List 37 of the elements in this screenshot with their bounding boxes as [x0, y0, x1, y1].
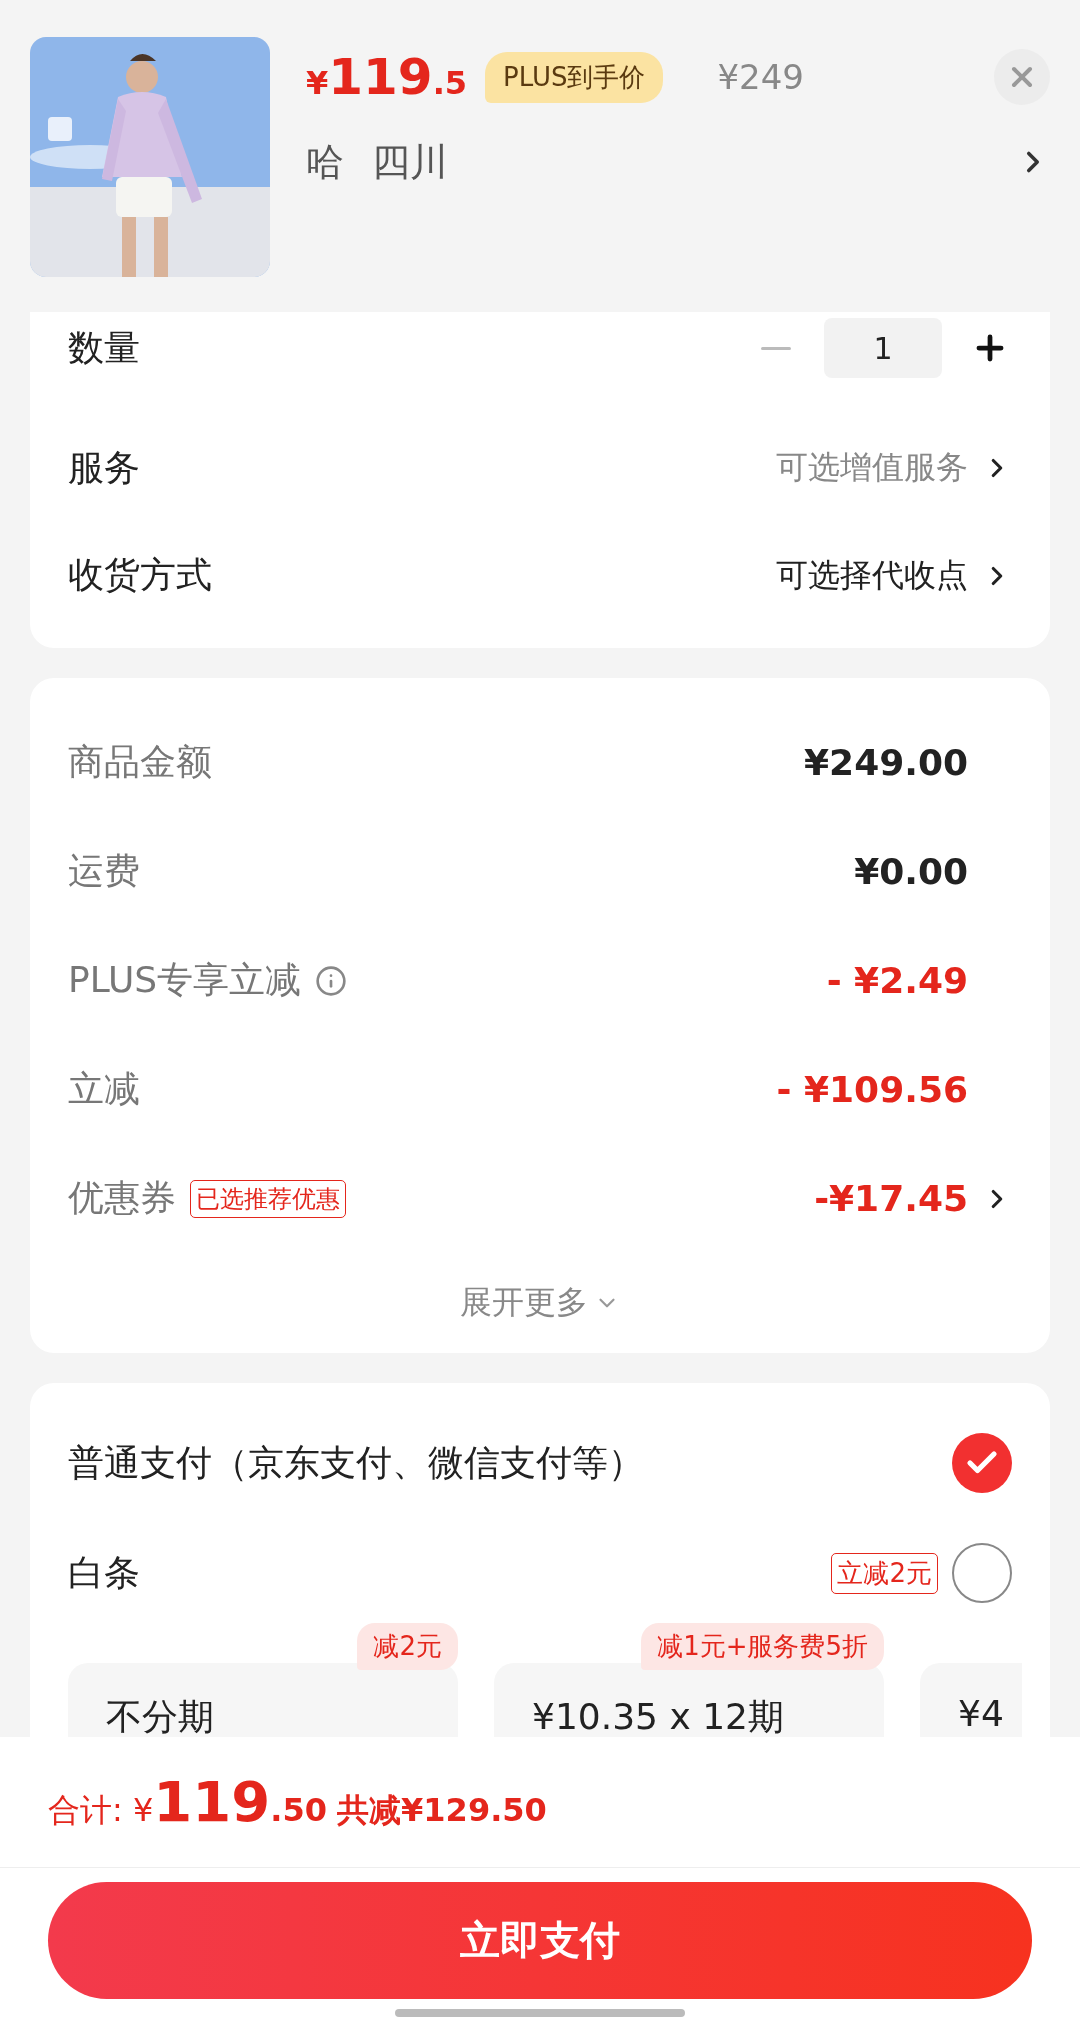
sale-price: ¥119.5 — [306, 48, 468, 106]
summary-amount: -¥17.45 — [814, 1178, 968, 1219]
summary-label: 优惠券 — [68, 1176, 176, 1220]
coupon-tag: 已选推荐优惠 — [190, 1179, 346, 1218]
recipient-name: 哈 — [306, 138, 344, 186]
installment-tag: 减1元+服务费5折 — [641, 1623, 884, 1670]
summary-label: 立减 — [68, 1067, 140, 1111]
plus-price-badge: PLUS到手价 — [485, 51, 664, 103]
quantity-field[interactable]: 1 — [824, 318, 942, 378]
summary-amount: ¥0.00 — [854, 851, 968, 892]
installment-option[interactable]: ¥4 — [920, 1663, 1022, 1737]
pay-now-button[interactable]: 立即支付 — [48, 1881, 1032, 2000]
payment-method[interactable]: 白条 — [68, 1548, 140, 1598]
summary-label: 运费 — [68, 849, 140, 893]
installment-option[interactable]: 不分期 — [68, 1663, 458, 1737]
installment-option[interactable]: ¥10.35 x 12期 — [494, 1663, 884, 1737]
radio-button[interactable] — [952, 1543, 1012, 1603]
expand-more-button[interactable]: 展开更多 — [454, 1253, 626, 1353]
summary-amount: ¥249.00 — [804, 742, 968, 783]
discount-tag: 立减2元 — [831, 1552, 938, 1594]
info-icon[interactable] — [315, 964, 348, 997]
option-label: 数量 — [68, 325, 140, 370]
option-value[interactable]: 可选择代收点 — [776, 553, 968, 598]
minus-icon — [761, 346, 791, 350]
summary-label: PLUS专享立减 — [68, 958, 302, 1002]
summary-label: 商品金额 — [68, 740, 212, 784]
option-label: 收货方式 — [68, 553, 212, 597]
radio-button[interactable] — [952, 1433, 1012, 1493]
option-label: 服务 — [68, 445, 140, 490]
original-price: ¥249 — [717, 57, 804, 97]
address-region: 四川 — [372, 138, 448, 186]
option-value[interactable]: 可选增值服务 — [776, 446, 968, 490]
payment-method[interactable]: 普通支付（京东支付、微信支付等） — [68, 1438, 644, 1488]
total-price: 合计: ¥119.50 共减¥129.50 — [48, 1769, 547, 1835]
summary-amount: - ¥2.49 — [826, 960, 968, 1001]
summary-amount: - ¥109.56 — [776, 1069, 968, 1110]
installment-tag: 减2元 — [357, 1623, 458, 1670]
